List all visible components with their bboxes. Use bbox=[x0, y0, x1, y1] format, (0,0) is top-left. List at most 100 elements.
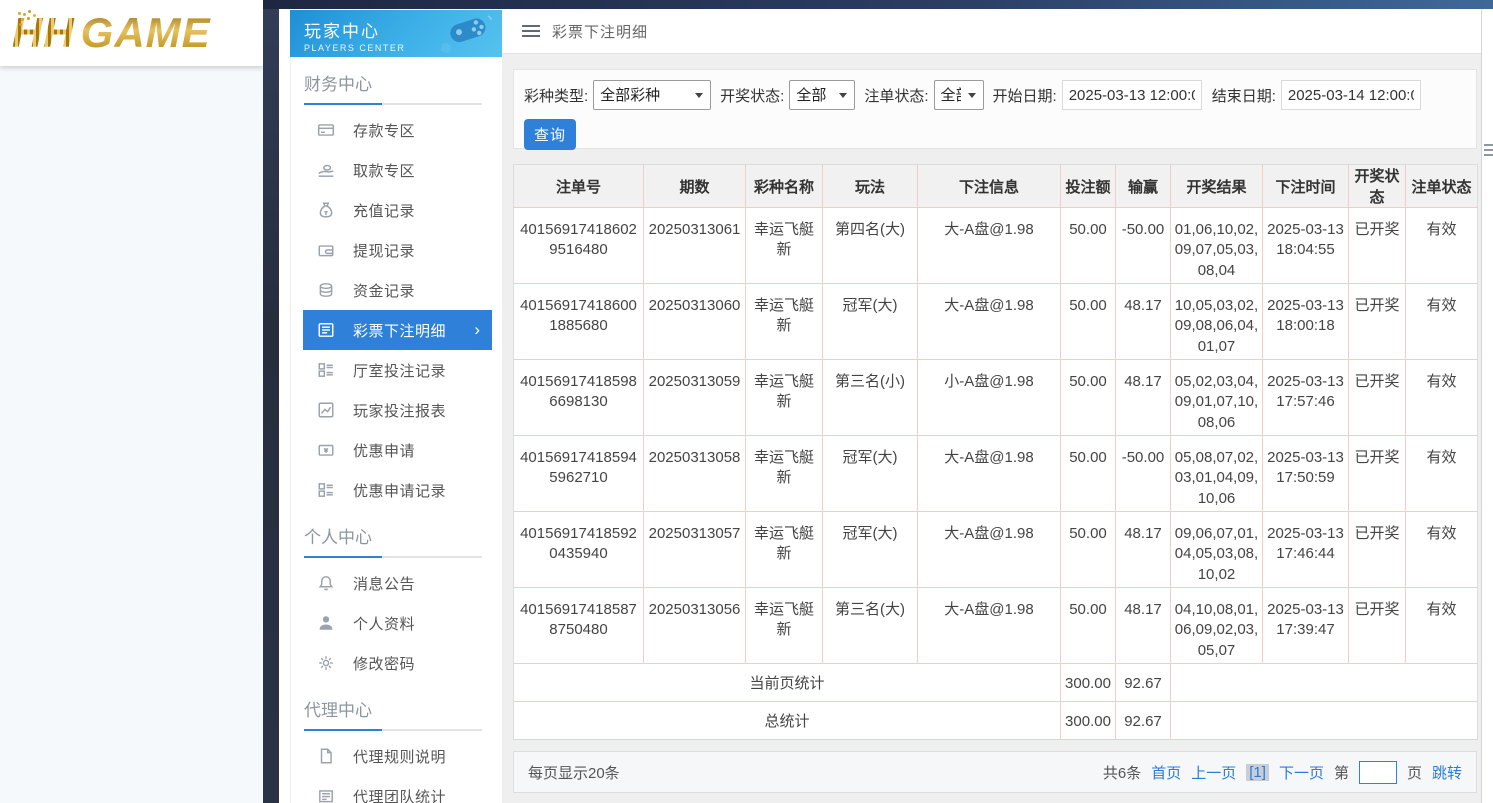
summary-label: 当前页统计 bbox=[514, 664, 1061, 702]
sidebar-menu: 财务中心存款专区取款专区充值记录提现记录资金记录彩票下注明细 › 厅室投注记录玩家投… bbox=[290, 57, 502, 803]
sidebar-header: 玩家中心 PLAYERS CENTER bbox=[290, 10, 502, 57]
cell-bet-time: 2025-03-13 18:00:18 bbox=[1263, 284, 1349, 360]
cell-order-status: 有效 bbox=[1406, 284, 1478, 360]
summary-label: 总统计 bbox=[514, 702, 1061, 740]
sidebar-item[interactable]: 充值记录 bbox=[303, 190, 492, 230]
sidebar-item[interactable]: 厅室投注记录 bbox=[303, 350, 492, 390]
cell-draw-result: 10,05,03,02,09,08,06,04,01,07 bbox=[1171, 284, 1263, 360]
sidebar-item[interactable]: 优惠申请记录 bbox=[303, 470, 492, 510]
bet-table-wrap: 注单号期数彩种名称玩法下注信息投注额输赢开奖结果下注时间开奖状态注单状态 401… bbox=[513, 164, 1477, 740]
cell-win-loss: 48.17 bbox=[1116, 588, 1171, 664]
board-list-icon bbox=[317, 361, 335, 379]
sidebar-item-label: 代理团队统计 bbox=[353, 786, 446, 803]
start-date-label: 开始日期: bbox=[993, 85, 1057, 106]
money-bag-icon bbox=[317, 201, 335, 219]
cell-order-no: 401569174185878750480 bbox=[514, 588, 644, 664]
section-title: 代理中心 bbox=[291, 683, 502, 729]
column-header: 玩法 bbox=[823, 165, 918, 208]
board-list-icon bbox=[317, 481, 335, 499]
chevron-right-icon: › bbox=[474, 320, 492, 340]
cell-draw-status: 已开奖 bbox=[1349, 208, 1406, 284]
logo-text: GAME bbox=[81, 9, 211, 56]
filter-panel: 彩种类型: 全部彩种 开奖状态: 全部 注单状态: 全部 开始日期: 结束日期: bbox=[513, 69, 1477, 149]
column-header: 下注信息 bbox=[918, 165, 1061, 208]
summary-bet-amount: 300.00 bbox=[1061, 664, 1116, 702]
bell-icon bbox=[317, 574, 335, 592]
column-header: 输赢 bbox=[1116, 165, 1171, 208]
sidebar-item[interactable]: 资金记录 bbox=[303, 270, 492, 310]
cell-bet-time: 2025-03-13 18:04:55 bbox=[1263, 208, 1349, 284]
sidebar-item-label: 资金记录 bbox=[353, 280, 415, 301]
sidebar-item[interactable]: 彩票下注明细 › bbox=[303, 310, 492, 350]
logo-dots-decoration bbox=[18, 12, 21, 15]
page-jump-input[interactable] bbox=[1359, 761, 1397, 784]
cell-draw-result: 09,06,07,01,04,05,03,08,10,02 bbox=[1171, 512, 1263, 588]
summary-empty-cell bbox=[1171, 664, 1478, 702]
cell-bet-info: 大-A盘@1.98 bbox=[918, 588, 1061, 664]
sidebar-item[interactable]: 玩家投注报表 bbox=[303, 390, 492, 430]
section-underline bbox=[304, 729, 482, 731]
section-title: 财务中心 bbox=[291, 57, 502, 103]
prev-page-link[interactable]: 上一页 bbox=[1191, 762, 1236, 783]
left-background-column: HHGAME bbox=[0, 0, 263, 803]
cell-period: 20250313059 bbox=[644, 360, 746, 436]
sidebar-item[interactable]: 提现记录 bbox=[303, 230, 492, 270]
cell-play-type: 冠军(大) bbox=[823, 436, 918, 512]
next-page-link[interactable]: 下一页 bbox=[1279, 762, 1324, 783]
summary-win-loss: 92.67 bbox=[1116, 664, 1171, 702]
sidebar-item-label: 修改密码 bbox=[353, 653, 415, 674]
cell-bet-amount: 50.00 bbox=[1061, 436, 1116, 512]
section-underline bbox=[304, 556, 482, 558]
table-row: 40156917418594596271020250313058幸运飞艇新冠军(… bbox=[514, 436, 1478, 512]
sidebar-item[interactable]: 存款专区 bbox=[303, 110, 492, 150]
sidebar-item[interactable]: 修改密码 bbox=[303, 643, 492, 683]
bet-table: 注单号期数彩种名称玩法下注信息投注额输赢开奖结果下注时间开奖状态注单状态 401… bbox=[513, 164, 1478, 740]
sidebar-item-label: 个人资料 bbox=[353, 613, 415, 634]
doc-page-icon bbox=[317, 747, 335, 765]
column-header: 注单号 bbox=[514, 165, 644, 208]
cell-win-loss: 48.17 bbox=[1116, 360, 1171, 436]
start-date-input[interactable] bbox=[1062, 80, 1202, 110]
end-date-input[interactable] bbox=[1281, 80, 1421, 110]
sidebar-item-label: 彩票下注明细 bbox=[353, 320, 446, 341]
search-button[interactable]: 查询 bbox=[524, 119, 576, 150]
table-header-row: 注单号期数彩种名称玩法下注信息投注额输赢开奖结果下注时间开奖状态注单状态 bbox=[514, 165, 1478, 208]
cell-order-no: 401569174185920435940 bbox=[514, 512, 644, 588]
end-date-label: 结束日期: bbox=[1212, 85, 1276, 106]
chart-report-icon bbox=[317, 401, 335, 419]
sidebar-item[interactable]: 代理团队统计 bbox=[303, 776, 492, 803]
sidebar-item-label: 充值记录 bbox=[353, 200, 415, 221]
cell-win-loss: 48.17 bbox=[1116, 512, 1171, 588]
column-header: 期数 bbox=[644, 165, 746, 208]
cell-lottery-name: 幸运飞艇新 bbox=[746, 208, 823, 284]
bet-detail-icon bbox=[317, 321, 335, 339]
sidebar-item[interactable]: 取款专区 bbox=[303, 150, 492, 190]
jump-action-link[interactable]: 跳转 bbox=[1432, 762, 1462, 783]
sidebar-item[interactable]: 优惠申请 bbox=[303, 430, 492, 470]
summary-row: 总统计300.0092.67 bbox=[514, 702, 1478, 740]
cell-bet-time: 2025-03-13 17:46:44 bbox=[1263, 512, 1349, 588]
page-title: 彩票下注明细 bbox=[552, 21, 648, 42]
cell-draw-result: 04,10,08,01,06,09,02,03,05,07 bbox=[1171, 588, 1263, 664]
hamburger-menu-icon[interactable] bbox=[522, 22, 540, 40]
cell-order-no: 401569174185945962710 bbox=[514, 436, 644, 512]
cell-lottery-name: 幸运飞艇新 bbox=[746, 588, 823, 664]
sidebar-item[interactable]: 消息公告 bbox=[303, 563, 492, 603]
lottery-type-select[interactable]: 全部彩种 bbox=[593, 80, 711, 110]
sidebar-item-label: 提现记录 bbox=[353, 240, 415, 261]
clipped-text-lines bbox=[1484, 141, 1493, 159]
cell-lottery-name: 幸运飞艇新 bbox=[746, 512, 823, 588]
cell-bet-amount: 50.00 bbox=[1061, 360, 1116, 436]
cell-draw-status: 已开奖 bbox=[1349, 588, 1406, 664]
draw-status-select[interactable]: 全部 bbox=[789, 80, 855, 110]
sidebar-item[interactable]: 代理规则说明 bbox=[303, 736, 492, 776]
cell-period: 20250313058 bbox=[644, 436, 746, 512]
order-status-select[interactable]: 全部 bbox=[934, 80, 984, 110]
first-page-link[interactable]: 首页 bbox=[1151, 762, 1181, 783]
cell-order-status: 有效 bbox=[1406, 360, 1478, 436]
cell-draw-result: 01,06,10,02,09,07,05,03,08,04 bbox=[1171, 208, 1263, 284]
game-controller-icon bbox=[432, 14, 494, 57]
sidebar-item[interactable]: 个人资料 bbox=[303, 603, 492, 643]
cell-play-type: 第三名(小) bbox=[823, 360, 918, 436]
cell-order-status: 有效 bbox=[1406, 512, 1478, 588]
